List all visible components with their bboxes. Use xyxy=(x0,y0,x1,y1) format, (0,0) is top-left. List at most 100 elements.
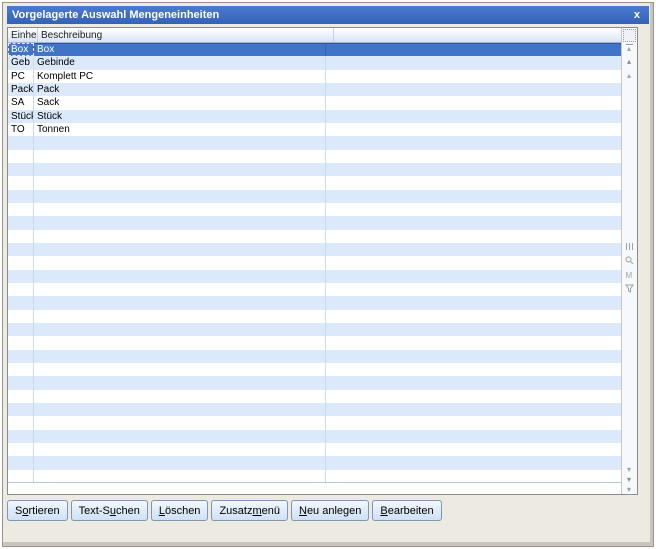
cell-einheit xyxy=(8,402,34,417)
cell-einheit xyxy=(8,282,34,297)
button-neu-anlegen[interactable]: Neu anlegen xyxy=(290,500,370,521)
button-zusatzmen-[interactable]: Zusatzmenü xyxy=(211,500,288,521)
cell-beschreibung xyxy=(34,149,326,163)
cell-beschreibung xyxy=(34,162,326,177)
table-row-empty[interactable] xyxy=(8,269,622,283)
cell-rest xyxy=(326,56,622,69)
column-header-einheit[interactable]: Einheit ▴ xyxy=(8,28,38,42)
cell-beschreibung xyxy=(34,229,326,243)
table-row-empty[interactable] xyxy=(8,429,622,443)
cell-beschreibung xyxy=(34,362,326,377)
table-row-empty[interactable] xyxy=(8,229,622,243)
table-row-empty[interactable] xyxy=(8,376,622,390)
cell-einheit xyxy=(8,242,34,257)
table-row-empty[interactable] xyxy=(8,442,622,457)
cell-einheit xyxy=(8,162,34,177)
grid-footer-bar xyxy=(8,482,622,494)
filter-icon[interactable] xyxy=(622,284,636,293)
table-row-empty[interactable] xyxy=(8,336,622,350)
column-options-icon[interactable] xyxy=(623,29,636,42)
cell-beschreibung xyxy=(34,402,326,417)
cell-rest xyxy=(326,443,622,456)
table-row[interactable]: Pack Pack xyxy=(8,82,622,97)
cell-beschreibung xyxy=(34,456,326,470)
cell-einheit xyxy=(8,136,34,150)
table-row-empty[interactable] xyxy=(8,216,622,230)
cell-beschreibung xyxy=(34,282,326,297)
cell-einheit xyxy=(8,416,34,430)
scroll-to-top-icon[interactable]: ▴ xyxy=(622,44,636,53)
table-row-empty[interactable] xyxy=(8,349,622,363)
grid-view-icon[interactable] xyxy=(622,242,636,251)
button-sortieren[interactable]: Sortieren xyxy=(7,500,68,521)
bookmark-icon[interactable]: M xyxy=(622,270,636,279)
scroll-page-up-icon[interactable]: ▴ xyxy=(622,72,636,80)
scrollbar-tool-strip[interactable]: ▴ ▴ ▴ M ▾ ▾ ▾ xyxy=(621,28,637,495)
table-row-empty[interactable] xyxy=(8,189,622,203)
cell-beschreibung: Komplett PC xyxy=(34,69,326,83)
table-row[interactable]: TO Tonnen xyxy=(8,122,622,137)
cell-einheit xyxy=(8,176,34,190)
scroll-down-icon[interactable]: ▾ xyxy=(622,476,636,484)
cell-rest xyxy=(326,323,622,336)
cell-beschreibung xyxy=(34,269,326,283)
table-row-empty[interactable] xyxy=(8,416,622,430)
cell-einheit xyxy=(8,442,34,457)
cell-rest xyxy=(326,403,622,416)
column-header-empty[interactable] xyxy=(334,28,622,42)
table-row-empty[interactable] xyxy=(8,162,622,177)
button-text-suchen[interactable]: Text-Suchen xyxy=(70,500,148,521)
title-bar[interactable]: Vorgelagerte Auswahl Mengeneinheiten x xyxy=(7,6,649,24)
table-row-empty[interactable] xyxy=(8,456,622,470)
cell-einheit xyxy=(8,309,34,323)
cell-einheit xyxy=(8,269,34,283)
table-row-empty[interactable] xyxy=(8,136,622,150)
cell-beschreibung xyxy=(34,296,326,310)
button-l-schen[interactable]: Löschen xyxy=(150,500,209,521)
cell-rest xyxy=(326,296,622,309)
table-row[interactable]: Geb Gebinde xyxy=(8,56,622,70)
table-row-empty[interactable] xyxy=(8,256,622,270)
cell-einheit xyxy=(8,376,34,390)
cell-einheit: SA xyxy=(8,96,34,110)
cell-rest xyxy=(326,256,622,269)
cell-rest xyxy=(326,123,622,136)
cell-einheit xyxy=(8,429,34,443)
cell-rest xyxy=(326,110,622,123)
cell-rest xyxy=(326,390,622,403)
table-row[interactable]: PC Komplett PC xyxy=(8,69,622,83)
table-row-empty[interactable] xyxy=(8,202,622,217)
cell-rest xyxy=(326,283,622,296)
table-row-empty[interactable] xyxy=(8,362,622,377)
search-icon[interactable] xyxy=(622,256,636,265)
scroll-to-bottom-icon[interactable]: ▾ xyxy=(622,486,636,495)
button-bearbeiten[interactable]: Bearbeiten xyxy=(372,500,442,521)
table-row-empty[interactable] xyxy=(8,242,622,257)
column-header-beschreibung-label: Beschreibung xyxy=(41,29,103,41)
cell-beschreibung xyxy=(34,389,326,403)
scroll-up-icon[interactable]: ▴ xyxy=(622,58,636,66)
column-header-einheit-label: Einheit xyxy=(11,29,37,41)
table-row-empty[interactable] xyxy=(8,149,622,163)
table-row-empty[interactable] xyxy=(8,282,622,297)
table-row-empty[interactable] xyxy=(8,389,622,403)
cell-beschreibung: Stück xyxy=(34,109,326,123)
cell-beschreibung xyxy=(34,216,326,230)
table-row-empty[interactable] xyxy=(8,309,622,323)
cell-einheit xyxy=(8,256,34,270)
cell-rest xyxy=(326,70,622,83)
cell-beschreibung xyxy=(34,376,326,390)
table-row-empty[interactable] xyxy=(8,176,622,190)
table-row-empty[interactable] xyxy=(8,469,622,482)
scroll-page-down-icon[interactable]: ▾ xyxy=(622,466,636,474)
table-row[interactable]: SA Sack xyxy=(8,96,622,110)
table-row[interactable]: Stück Stück xyxy=(8,109,622,123)
column-header-beschreibung[interactable]: Beschreibung xyxy=(38,28,334,42)
table-row-empty[interactable] xyxy=(8,322,622,337)
table-row-empty[interactable] xyxy=(8,296,622,310)
cell-beschreibung xyxy=(34,442,326,457)
table-row[interactable]: Box Box xyxy=(8,43,622,57)
close-icon[interactable]: x xyxy=(625,9,649,21)
table-row-empty[interactable] xyxy=(8,402,622,417)
cell-beschreibung: Pack xyxy=(34,82,326,97)
